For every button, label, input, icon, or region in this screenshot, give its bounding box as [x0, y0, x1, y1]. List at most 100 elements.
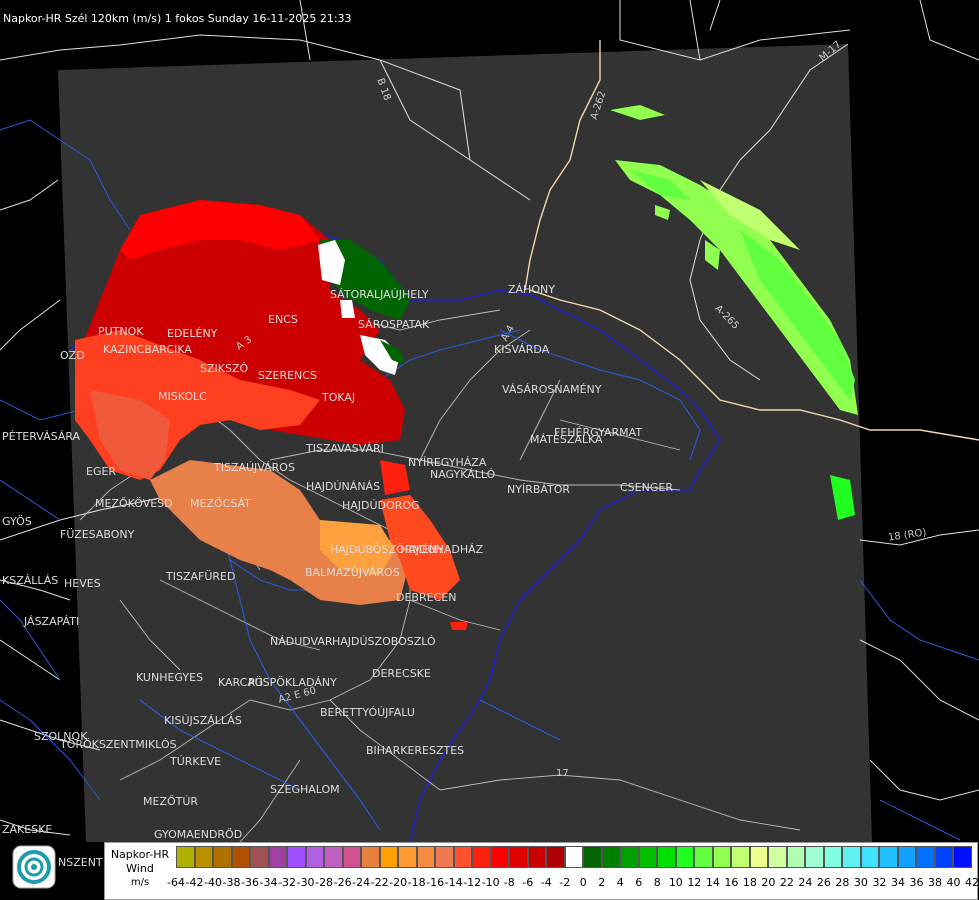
city-label: HEVES [64, 577, 101, 590]
legend-tick-label: 28 [835, 876, 850, 889]
legend-unit: m/s [130, 877, 150, 888]
legend-tick-label: -16 [426, 876, 445, 889]
city-label: EGER [86, 465, 117, 478]
legend-tick-label: -6 [522, 876, 534, 889]
legend-tick-label: 8 [653, 876, 661, 889]
city-label: BIHARKERESZTES [366, 744, 465, 757]
city-label: VÁSÁROSNAMÉNY [502, 383, 602, 396]
legend-tick-label: 26 [816, 876, 831, 889]
legend-tick-label: -42 [185, 876, 204, 889]
legend-tick-label: -2 [559, 876, 571, 889]
legend-tick-label: -26 [333, 876, 352, 889]
legend-tick-label: -34 [259, 876, 278, 889]
legend-tick-label: -8 [503, 876, 515, 889]
city-label: NSZENT [58, 856, 103, 869]
city-label: DEBRECEN [396, 591, 457, 604]
legend-swatch [583, 846, 602, 868]
legend-swatch [379, 846, 398, 868]
legend-swatch [731, 846, 750, 868]
legend-swatch [601, 846, 620, 868]
city-label: TOKAJ [322, 391, 356, 404]
legend-tick-label: 4 [616, 876, 624, 889]
legend-swatch [490, 846, 509, 868]
legend-swatch [472, 846, 491, 868]
legend-swatch [657, 846, 676, 868]
city-label: TISZAVASVÁRI [306, 442, 384, 455]
city-label: SZOLNOK [34, 730, 88, 743]
legend-swatch [509, 846, 528, 868]
napkor-logo-icon [12, 845, 56, 889]
city-label: KISVÁRDA [494, 343, 550, 356]
legend-quantity: Wind [126, 862, 154, 875]
legend-swatch [860, 846, 879, 868]
legend-swatch [453, 846, 472, 868]
city-label: MEZŐCSÁT [190, 497, 251, 510]
legend-swatch [768, 846, 787, 868]
legend-tick-label: 16 [724, 876, 739, 889]
city-label: NYÍRBÁTOR [507, 483, 571, 496]
legend-swatch [176, 846, 195, 868]
city-label: BERETTYÓÚJFALU [320, 706, 415, 719]
legend-swatch [934, 846, 953, 868]
legend-tick-label: 24 [798, 876, 813, 889]
city-label: PÉTERVÁSÁRA [2, 430, 81, 443]
legend-tick-label: 18 [742, 876, 757, 889]
legend-swatch [416, 846, 435, 868]
city-label: FÜZESABONY [60, 528, 135, 541]
legend-swatch [231, 846, 250, 868]
city-label: OZD [60, 349, 85, 362]
legend-swatch [749, 846, 768, 868]
legend-swatch [194, 846, 213, 868]
city-label: NAGYKÁLLÓ [430, 468, 496, 481]
city-label: BALMAZÚJVÁROS [305, 566, 400, 579]
legend-swatch [250, 846, 269, 868]
city-label: ENCS [268, 313, 298, 326]
legend-tick-label: -64 [167, 876, 185, 889]
legend-tick-label: -24 [352, 876, 371, 889]
legend-tick-label: 42 [965, 876, 979, 889]
legend-tick-label: 12 [687, 876, 702, 889]
city-label: TISZAÚJVÁROS [214, 461, 295, 474]
legend-swatch [897, 846, 916, 868]
legend-tick-label: 34 [890, 876, 905, 889]
city-label: SZEGHALOM [270, 783, 340, 796]
city-label: HAJDÚDOROG [342, 499, 420, 512]
legend-tick-label: 6 [635, 876, 643, 889]
legend-tick-label: 0 [579, 876, 587, 889]
city-label: HAJDÚHADHÁZ [400, 543, 484, 556]
legend-swatch [564, 846, 583, 868]
legend-tick-label: -32 [278, 876, 297, 889]
legend-swatch [287, 846, 306, 868]
road-label: 17 [556, 768, 569, 779]
legend-tick-label: 30 [853, 876, 868, 889]
legend-swatch [305, 846, 324, 868]
city-label: SZERENCS [258, 369, 317, 382]
city-label: KISÚJSZÁLLÁS [164, 714, 242, 727]
legend-tick-label: 22 [779, 876, 794, 889]
city-label: HAJDÚSZOBOSZLÓ [332, 635, 436, 648]
legend-tick-label: -30 [296, 876, 315, 889]
city-label: KAZINCBARCIKA [103, 343, 192, 356]
legend-tick-label: 10 [668, 876, 683, 889]
legend-swatch [546, 846, 565, 868]
city-label: CSENGER [620, 481, 673, 494]
city-label: HAJDÚNÁNÁS [306, 480, 381, 493]
legend-tick-label: -10 [481, 876, 500, 889]
legend-tick-label: 38 [927, 876, 942, 889]
legend-tick-label: -22 [370, 876, 389, 889]
city-label: NYÍREGYHÁZA [408, 456, 487, 469]
legend-swatch [268, 846, 287, 868]
legend-swatch [620, 846, 639, 868]
city-label: KSZÁLLÁS [2, 574, 59, 587]
city-label: SZIKSZÓ [200, 362, 249, 375]
city-label: GYÖS [2, 515, 32, 528]
legend-title: Napkor-HR Wind m/s [108, 848, 172, 890]
legend-tick-label: -4 [540, 876, 552, 889]
legend-swatch [342, 846, 361, 868]
radar-map: Napkor-HR Szél 120km (m/s) 1 fokos Sunda… [0, 0, 979, 900]
legend-tick-label: 40 [946, 876, 961, 889]
legend-tick-label: 32 [872, 876, 887, 889]
city-label: ZAKESKE [2, 823, 53, 836]
map-canvas [0, 0, 979, 900]
legend-swatch [805, 846, 824, 868]
